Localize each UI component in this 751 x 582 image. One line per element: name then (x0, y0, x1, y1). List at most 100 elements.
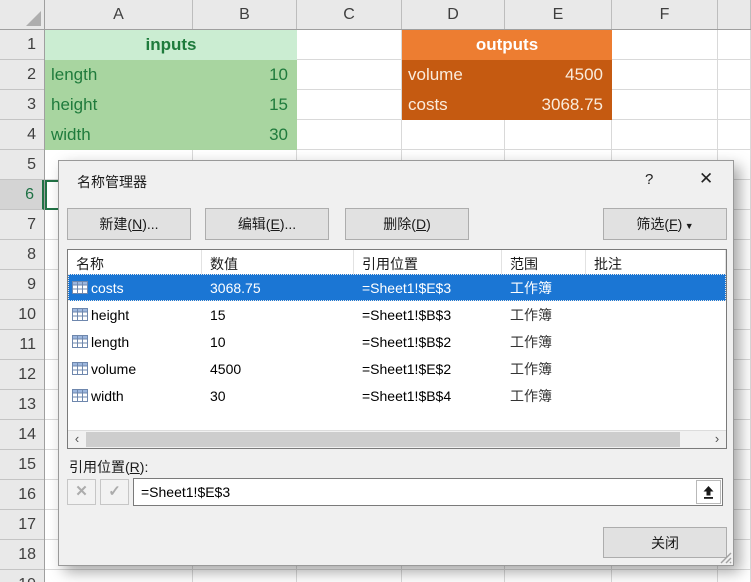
value-cell: 10 (210, 333, 226, 350)
collapse-dialog-icon (703, 485, 714, 499)
list-column-header[interactable]: 批注 (586, 250, 726, 274)
row-header-18[interactable]: 18 (0, 540, 44, 570)
value-cell: 30 (210, 387, 226, 404)
list-column-header[interactable]: 名称 (68, 250, 202, 274)
name-row-costs[interactable]: costs 3068.75 =Sheet1!$E$3 工作簿 (68, 274, 726, 301)
refers-to-input[interactable]: =Sheet1!$E$3 (133, 478, 723, 506)
filter-button[interactable]: 筛选(F) ▼ (603, 208, 727, 240)
name-cell: length (68, 334, 202, 350)
list-column-header[interactable]: 数值 (202, 250, 354, 274)
cell-label: volume (408, 65, 463, 84)
refers-to-cell: =Sheet1!$B$2 (362, 333, 452, 350)
scope-cell: 工作簿 (510, 387, 552, 404)
row-headers: 12345678910111213141516171819 (0, 30, 45, 582)
inputs-header-cell[interactable]: inputs (45, 30, 297, 60)
name-row-width[interactable]: width 30 =Sheet1!$B$4 工作簿 (68, 382, 726, 409)
row-header-13[interactable]: 13 (0, 390, 44, 420)
close-x-button[interactable]: ✕ (699, 169, 713, 189)
column-header-d[interactable]: D (402, 0, 505, 29)
resize-grip-icon[interactable] (718, 550, 732, 564)
new-button[interactable]: 新建(N)... (67, 208, 191, 240)
row-header-6[interactable]: 6 (0, 180, 44, 210)
column-header-c[interactable]: C (297, 0, 402, 29)
dialog-title: 名称管理器 (77, 174, 147, 190)
inputs-row-length[interactable]: length 10 (45, 60, 297, 90)
column-header-b[interactable]: B (193, 0, 297, 29)
refers-to-cell: =Sheet1!$E$2 (362, 360, 452, 377)
name-row-height[interactable]: height 15 =Sheet1!$B$3 工作簿 (68, 301, 726, 328)
name-cell: volume (68, 361, 202, 377)
row-header-4[interactable]: 4 (0, 120, 44, 150)
dropdown-arrow-icon: ▼ (682, 221, 694, 231)
list-column-header[interactable]: 引用位置 (354, 250, 502, 274)
row-header-10[interactable]: 10 (0, 300, 44, 330)
outputs-range[interactable]: outputs volume 4500 costs 3068.75 (402, 30, 612, 120)
name-row-length[interactable]: length 10 =Sheet1!$B$2 工作簿 (68, 328, 726, 355)
select-all-button[interactable] (0, 0, 45, 30)
close-button[interactable]: 关闭 (603, 527, 727, 558)
value-cell: 4500 (210, 360, 242, 377)
column-header-a[interactable]: A (45, 0, 193, 29)
scope-cell: 工作簿 (510, 306, 552, 323)
delete-button[interactable]: 删除(D) (345, 208, 469, 240)
scope-cell: 工作簿 (510, 360, 552, 377)
row-header-17[interactable]: 17 (0, 510, 44, 540)
inputs-row-height[interactable]: height 15 (45, 90, 297, 120)
scroll-right-icon[interactable]: › (708, 431, 726, 448)
refers-to-value: =Sheet1!$E$3 (141, 484, 231, 500)
row-header-7[interactable]: 7 (0, 210, 44, 240)
cell-label: width (51, 125, 91, 144)
row-header-3[interactable]: 3 (0, 90, 44, 120)
row-header-5[interactable]: 5 (0, 150, 44, 180)
excel-window: ABCDEF 12345678910111213141516171819 inp… (0, 0, 751, 582)
cell-value: 3068.75 (541, 95, 603, 114)
confirm-entry-button: ✓ (100, 479, 129, 505)
names-list-header: 名称 数值 引用位置 范围 批注 (68, 250, 726, 274)
refers-to-cell: =Sheet1!$E$3 (362, 279, 452, 296)
outputs-row-costs[interactable]: costs 3068.75 (402, 90, 612, 120)
defined-name-icon (72, 308, 88, 321)
row-header-15[interactable]: 15 (0, 450, 44, 480)
row-header-16[interactable]: 16 (0, 480, 44, 510)
name-cell: width (68, 388, 202, 404)
name-manager-dialog: 名称管理器 ? ✕ 新建(N)... 编辑(E)... 删除(D) 筛选(F) … (58, 160, 734, 566)
inputs-range[interactable]: inputs length 10 height 15 width 30 (45, 30, 297, 150)
cell-label: costs (408, 95, 448, 114)
row-header-19[interactable]: 19 (0, 570, 44, 582)
refers-to-cell: =Sheet1!$B$4 (362, 387, 452, 404)
row-header-8[interactable]: 8 (0, 240, 44, 270)
column-header-f[interactable]: F (612, 0, 718, 29)
select-all-triangle-icon (26, 11, 41, 26)
row-header-2[interactable]: 2 (0, 60, 44, 90)
collapse-dialog-button[interactable] (696, 480, 721, 504)
outputs-header-cell[interactable]: outputs (402, 30, 612, 60)
row-header-9[interactable]: 9 (0, 270, 44, 300)
name-cell: height (68, 307, 202, 323)
column-header-partial[interactable] (718, 0, 751, 29)
list-column-header[interactable]: 范围 (502, 250, 586, 274)
active-cell-border (45, 180, 59, 210)
outputs-row-volume[interactable]: volume 4500 (402, 60, 612, 90)
name-row-volume[interactable]: volume 4500 =Sheet1!$E$2 工作簿 (68, 355, 726, 382)
inputs-row-width[interactable]: width 30 (45, 120, 297, 150)
scope-cell: 工作簿 (510, 333, 552, 350)
horizontal-scrollbar[interactable]: ‹ › (68, 430, 726, 448)
help-button[interactable]: ? (645, 171, 653, 188)
scrollbar-thumb[interactable] (86, 432, 680, 447)
column-header-e[interactable]: E (505, 0, 612, 29)
scroll-left-icon[interactable]: ‹ (68, 431, 86, 448)
defined-name-icon (72, 281, 88, 294)
cancel-entry-button: ✕ (67, 479, 96, 505)
row-header-12[interactable]: 12 (0, 360, 44, 390)
cell-value: 15 (269, 95, 288, 114)
defined-name-icon (72, 389, 88, 402)
cell-value: 4500 (565, 65, 603, 84)
row-header-1[interactable]: 1 (0, 30, 44, 60)
name-cell: costs (68, 280, 202, 296)
edit-button[interactable]: 编辑(E)... (205, 208, 329, 240)
row-header-11[interactable]: 11 (0, 330, 44, 360)
refers-to-label: 引用位置(R): (69, 459, 149, 475)
names-list: 名称 数值 引用位置 范围 批注 costs 3068.75 =Sheet1!$E$3 工作簿… (67, 249, 727, 449)
row-header-14[interactable]: 14 (0, 420, 44, 450)
value-cell: 15 (210, 306, 226, 323)
